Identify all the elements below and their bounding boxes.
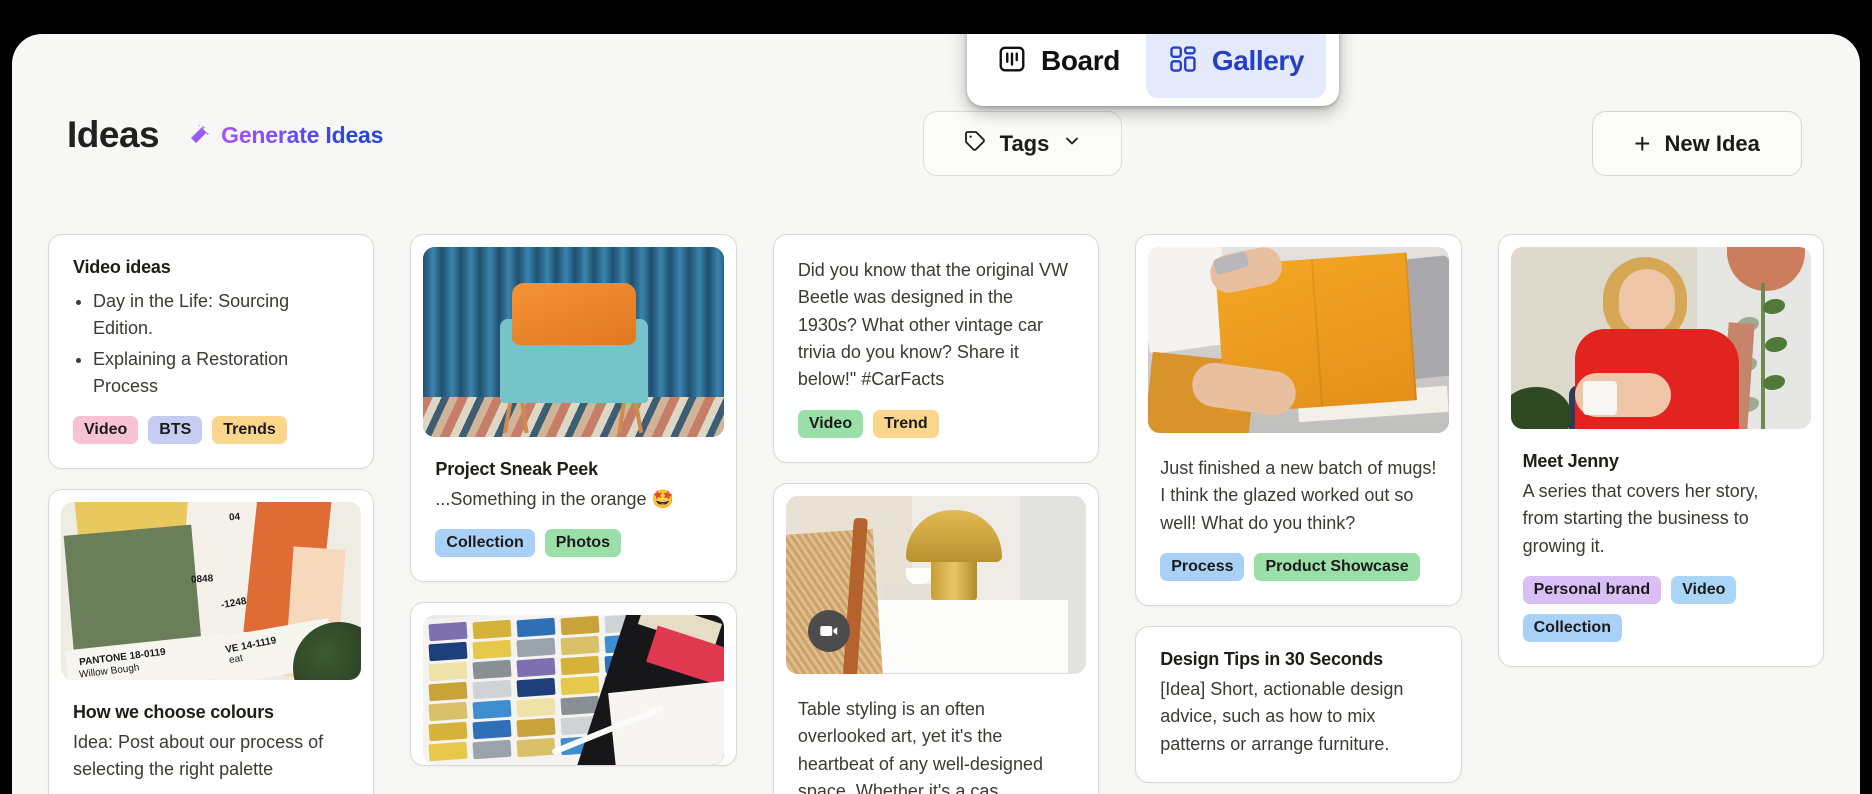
idea-card-vw-beetle-trivia[interactable]: Did you know that the original VW Beetle… xyxy=(772,234,1100,463)
gallery-column-4: Just finished a new batch of mugs! I thi… xyxy=(1135,234,1462,784)
card-text: [Idea] Short, actionable design advice, … xyxy=(1160,679,1404,754)
idea-card-new-batch-of-mugs[interactable]: Just finished a new batch of mugs! I thi… xyxy=(1135,234,1462,607)
plus-icon: + xyxy=(1634,127,1651,159)
pantone-swatches-photo: 04 0848 -1248 PANTONE 18-0119 Willow Bou… xyxy=(61,502,362,680)
view-option-gallery[interactable]: Gallery xyxy=(1145,34,1327,98)
tag-chip[interactable]: Product Showcase xyxy=(1254,553,1420,582)
photo-text: 04 xyxy=(228,511,241,524)
photo-text: 0848 xyxy=(190,573,214,586)
colour-swatch-book-photo xyxy=(423,615,724,766)
generate-ideas-label: Generate Ideas xyxy=(221,121,384,148)
list-item: Explaining a Restoration Process xyxy=(93,346,349,400)
gold-mushroom-lamp-photo xyxy=(785,495,1087,674)
orange-book-on-desk-photo xyxy=(1148,247,1449,433)
new-idea-button[interactable]: + New Idea xyxy=(1592,111,1802,176)
tag-chip[interactable]: Personal brand xyxy=(1522,576,1662,605)
card-media-wrapper xyxy=(411,235,735,437)
view-option-board-label: Board xyxy=(1041,45,1120,76)
tag-chip[interactable]: Photos xyxy=(544,529,621,558)
tags-button-label: Tags xyxy=(999,130,1050,156)
card-media-wrapper xyxy=(1136,235,1460,433)
tag-chip[interactable]: BTS xyxy=(148,416,203,444)
card-text: A series that covers her story, from sta… xyxy=(1522,481,1759,556)
app-window: Ideas Generate Ideas Tags + New Idea Boa… xyxy=(12,34,1860,794)
tag-chip[interactable]: Trend xyxy=(873,409,939,438)
idea-card-colour-swatch-book[interactable] xyxy=(410,602,737,767)
gallery-column-5: Meet Jenny A series that covers her stor… xyxy=(1497,234,1825,668)
card-media-wrapper xyxy=(774,484,1098,674)
card-text: Just finished a new batch of mugs! I thi… xyxy=(1160,458,1437,533)
tag-icon xyxy=(963,129,987,158)
card-media-wrapper: 04 0848 -1248 PANTONE 18-0119 Willow Bou… xyxy=(49,490,373,680)
idea-card-how-we-choose-colours[interactable]: 04 0848 -1248 PANTONE 18-0119 Willow Bou… xyxy=(48,489,375,794)
tags-filter-button[interactable]: Tags xyxy=(923,111,1122,176)
card-tag-row: Collection Photos xyxy=(435,529,711,558)
card-tag-row: Personal brand Video Collection xyxy=(1522,576,1799,643)
gallery-column-3: Did you know that the original VW Beetle… xyxy=(772,234,1100,794)
list-item: Day in the Life: Sourcing Edition. xyxy=(93,288,349,342)
card-title: Video ideas xyxy=(73,257,171,277)
card-text: ...Something in the orange 🤩 xyxy=(435,489,674,509)
idea-card-design-tips[interactable]: Design Tips in 30 Seconds [Idea] Short, … xyxy=(1135,626,1462,784)
blue-slat-wall-teal-chair-photo xyxy=(423,247,724,437)
magic-wand-icon xyxy=(187,123,211,147)
tag-chip[interactable]: Collection xyxy=(435,529,535,558)
view-switcher: Board Gallery xyxy=(967,34,1339,106)
tag-chip[interactable]: Video xyxy=(1671,576,1737,605)
card-text: Table styling is an often overlooked art… xyxy=(797,698,1043,794)
idea-card-project-sneak-peek[interactable]: Project Sneak Peek ...Something in the o… xyxy=(410,234,737,583)
tag-chip[interactable]: Collection xyxy=(1522,614,1622,643)
idea-card-table-styling[interactable]: Table styling is an often overlooked art… xyxy=(772,482,1100,794)
view-option-board[interactable]: Board xyxy=(975,34,1142,98)
card-text: Did you know that the original VW Beetle… xyxy=(797,260,1068,390)
card-title: How we choose colours xyxy=(73,702,274,722)
tag-chip[interactable]: Trends xyxy=(212,416,287,444)
header-title-group: Ideas Generate Ideas xyxy=(67,114,383,156)
idea-card-video-ideas[interactable]: Video ideas Day in the Life: Sourcing Ed… xyxy=(48,234,375,469)
card-title: Meet Jenny xyxy=(1522,451,1619,471)
chevron-down-icon xyxy=(1062,131,1082,156)
view-option-gallery-label: Gallery xyxy=(1211,45,1305,76)
new-idea-label: New Idea xyxy=(1664,130,1760,156)
card-tag-row: Video Trend xyxy=(797,409,1074,438)
gallery-column-2: Project Sneak Peek ...Something in the o… xyxy=(410,234,737,767)
tag-chip[interactable]: Process xyxy=(1160,553,1245,582)
gallery-column-1: Video ideas Day in the Life: Sourcing Ed… xyxy=(48,234,375,794)
idea-card-meet-jenny[interactable]: Meet Jenny A series that covers her stor… xyxy=(1497,234,1825,668)
ideas-gallery: Video ideas Day in the Life: Sourcing Ed… xyxy=(12,234,1860,794)
board-columns-icon xyxy=(997,44,1027,79)
card-title: Design Tips in 30 Seconds xyxy=(1160,649,1383,670)
card-text: Idea: Post about our process of selectin… xyxy=(73,732,324,780)
card-tag-row: Process Product Showcase xyxy=(1160,553,1436,582)
tag-chip[interactable]: Video xyxy=(797,409,864,438)
card-media-wrapper xyxy=(411,603,735,766)
page-header: Ideas Generate Ideas Tags + New Idea xyxy=(12,34,1860,176)
page-title: Ideas xyxy=(67,114,160,155)
card-bullet-list: Day in the Life: Sourcing Edition. Expla… xyxy=(93,288,349,400)
grid-gallery-icon xyxy=(1168,44,1198,79)
generate-ideas-button[interactable]: Generate Ideas xyxy=(187,122,383,149)
card-tag-row: Video BTS Trends xyxy=(73,416,349,444)
card-media-wrapper xyxy=(1499,235,1823,429)
tag-chip[interactable]: Video xyxy=(73,416,139,444)
card-title: Project Sneak Peek xyxy=(435,459,598,479)
woman-in-red-sweater-photo xyxy=(1510,247,1812,429)
video-camera-icon xyxy=(807,609,850,652)
